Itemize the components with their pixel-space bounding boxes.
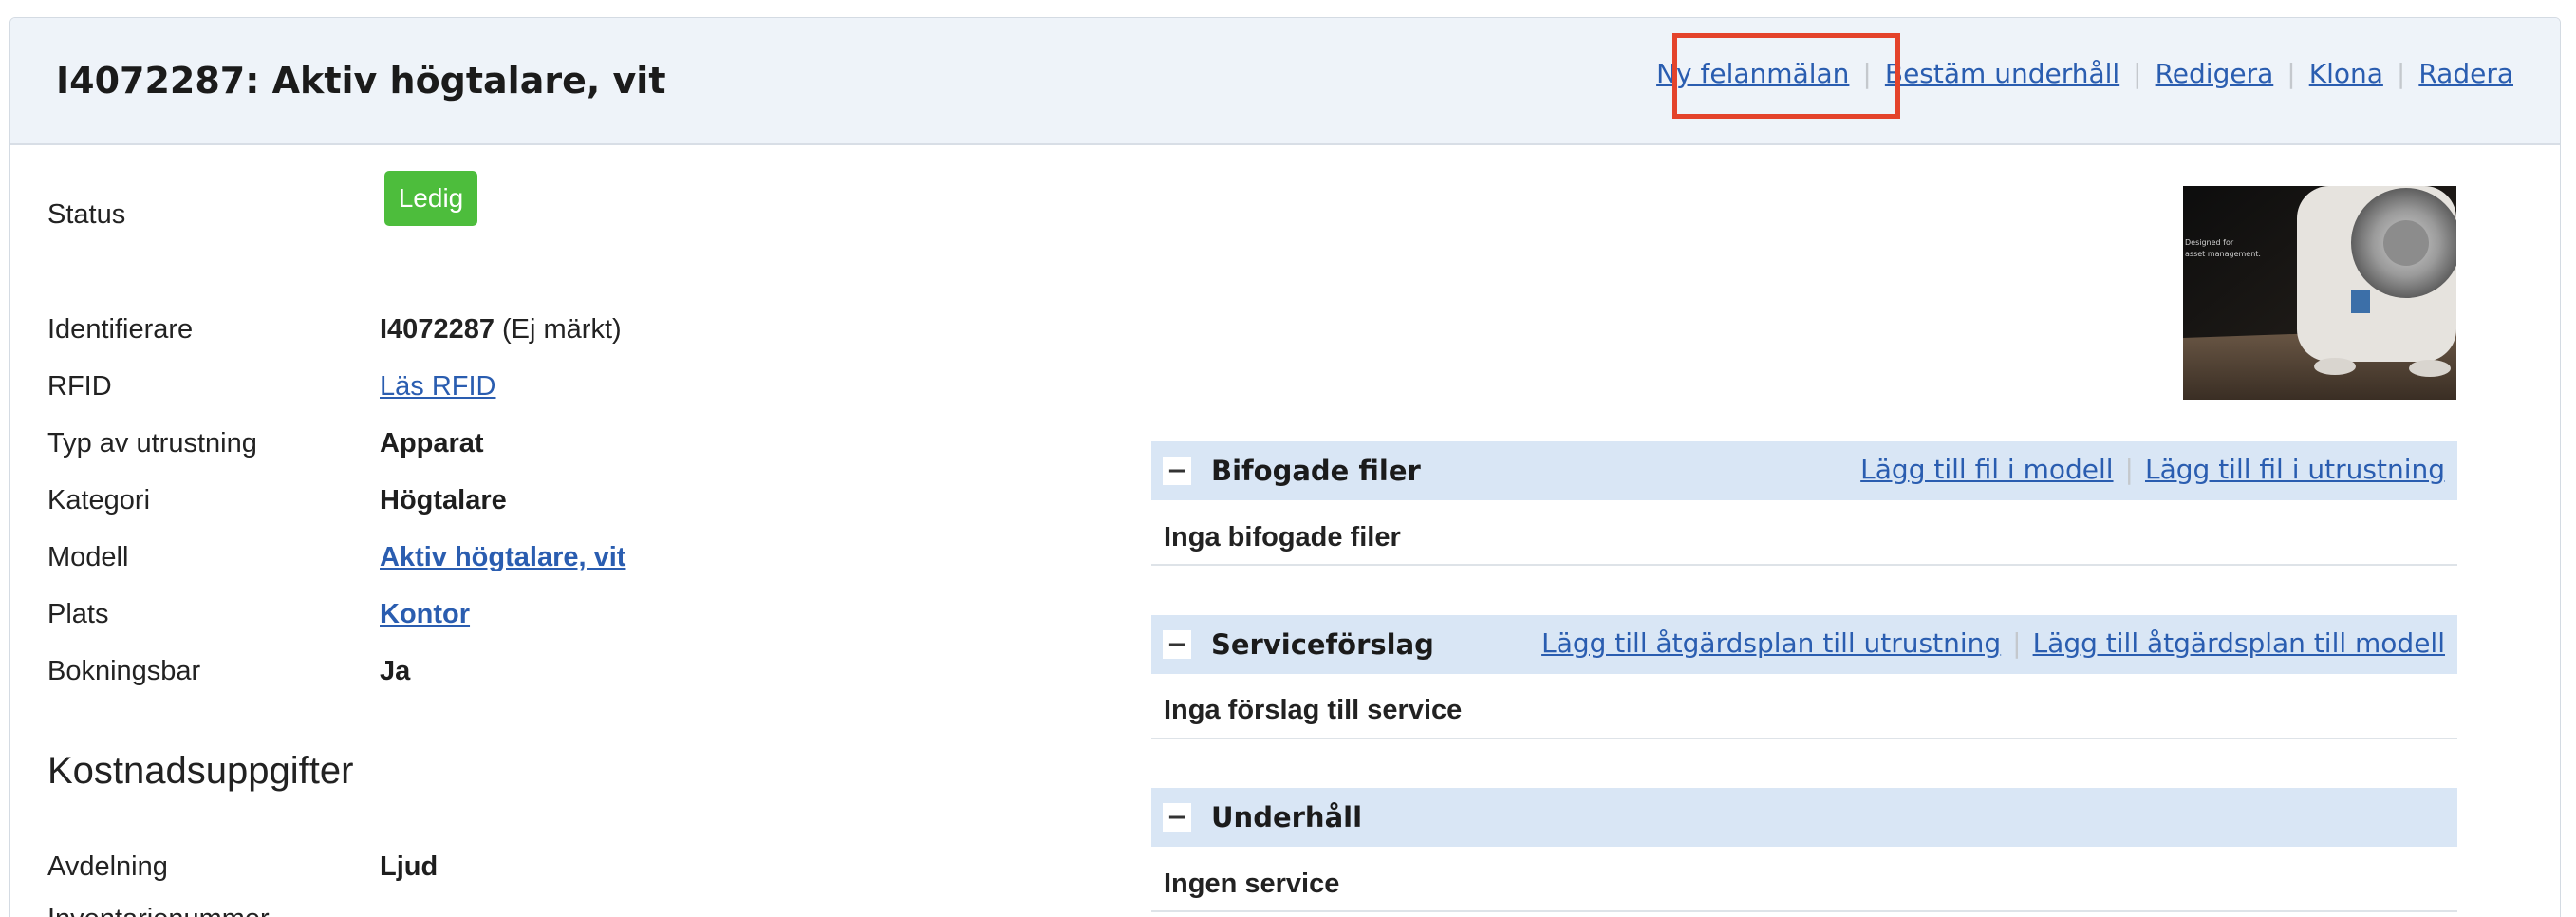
read-rfid-link[interactable]: Läs RFID: [380, 371, 495, 402]
location-link[interactable]: Kontor: [380, 599, 470, 629]
add-plan-to-equipment-link[interactable]: Lägg till åtgärdsplan till utrustning: [1541, 627, 2001, 659]
identifier-label: Identifierare: [47, 314, 194, 345]
header-actions: Ny felanmälan | Bestäm underhåll | Redig…: [1656, 58, 2513, 89]
bookable-value: Ja: [380, 656, 411, 686]
collapse-maintenance-button[interactable]: −: [1163, 803, 1191, 832]
rfid-label: RFID: [47, 371, 112, 402]
svg-text:Designed for: Designed for: [2185, 238, 2234, 247]
add-file-to-equipment-link[interactable]: Lägg till fil i utrustning: [2145, 454, 2445, 485]
separator: |: [2133, 58, 2142, 89]
add-plan-to-model-link[interactable]: Lägg till åtgärdsplan till modell: [2033, 627, 2445, 659]
category-value: Högtalare: [380, 485, 507, 515]
speaker-photo: Designed for asset management.: [2183, 186, 2456, 400]
cost-section-heading: Kostnadsuppgifter: [47, 750, 354, 792]
location-value: Kontor: [380, 599, 470, 630]
service-suggestions-empty: Inga förslag till service: [1164, 695, 1463, 725]
separator: |: [2396, 58, 2406, 89]
svg-text:asset management.: asset management.: [2185, 250, 2261, 258]
maintenance-title: Underhåll: [1211, 801, 1363, 833]
divider: [1151, 910, 2457, 912]
clone-link[interactable]: Klona: [2309, 58, 2383, 89]
model-value: Aktiv högtalare, vit: [380, 542, 625, 573]
category-label: Kategori: [47, 485, 151, 515]
new-fault-report-link[interactable]: Ny felanmälan: [1656, 58, 1849, 89]
separator: |: [2012, 627, 2022, 659]
type-value: Apparat: [380, 428, 484, 458]
model-link[interactable]: Aktiv högtalare, vit: [380, 542, 625, 572]
type-label: Typ av utrustning: [47, 428, 257, 458]
model-label: Modell: [47, 542, 129, 572]
bookable-label: Bokningsbar: [47, 656, 201, 686]
add-file-to-model-link[interactable]: Lägg till fil i modell: [1860, 454, 2113, 485]
attached-files-title: Bifogade filer: [1211, 455, 1421, 487]
divider: [1151, 564, 2457, 566]
card-header: I4072287: Aktiv högtalare, vit Ny felanm…: [10, 18, 2560, 145]
attached-files-panel-header: − Bifogade filer Lägg till fil i modell …: [1151, 441, 2457, 500]
department-label: Avdelning: [47, 852, 168, 882]
separator: |: [2124, 454, 2134, 485]
status-badge: Ledig: [384, 171, 477, 226]
collapse-attached-files-button[interactable]: −: [1163, 457, 1191, 485]
service-suggestions-title: Serviceförslag: [1211, 628, 1434, 661]
identifier-value: I4072287 (Ej märkt): [380, 314, 622, 346]
separator: |: [1862, 58, 1872, 89]
collapse-service-suggestions-button[interactable]: −: [1163, 630, 1191, 659]
maintenance-empty: Ingen service: [1164, 869, 1340, 899]
equipment-image[interactable]: Designed for asset management.: [2183, 186, 2456, 400]
department-value: Ljud: [380, 852, 439, 882]
edit-link[interactable]: Redigera: [2156, 58, 2274, 89]
identifier-note: (Ej märkt): [494, 314, 622, 345]
page-title: I4072287: Aktiv högtalare, vit: [56, 60, 666, 102]
next-cost-label: Inventarienummer: [47, 904, 270, 917]
delete-link[interactable]: Radera: [2418, 58, 2513, 89]
location-label: Plats: [47, 599, 109, 629]
divider: [1151, 738, 2457, 739]
attached-files-actions: Lägg till fil i modell | Lägg till fil i…: [1860, 454, 2445, 485]
service-suggestions-panel-header: − Serviceförslag Lägg till åtgärdsplan t…: [1151, 615, 2457, 674]
separator: |: [2287, 58, 2296, 89]
attached-files-empty: Inga bifogade filer: [1164, 522, 1401, 552]
service-suggestions-actions: Lägg till åtgärdsplan till utrustning | …: [1541, 627, 2445, 659]
identifier-code: I4072287: [380, 314, 495, 345]
maintenance-panel-header: − Underhåll: [1151, 788, 2457, 847]
status-label: Status: [47, 199, 126, 230]
schedule-maintenance-link[interactable]: Bestäm underhåll: [1885, 58, 2119, 89]
